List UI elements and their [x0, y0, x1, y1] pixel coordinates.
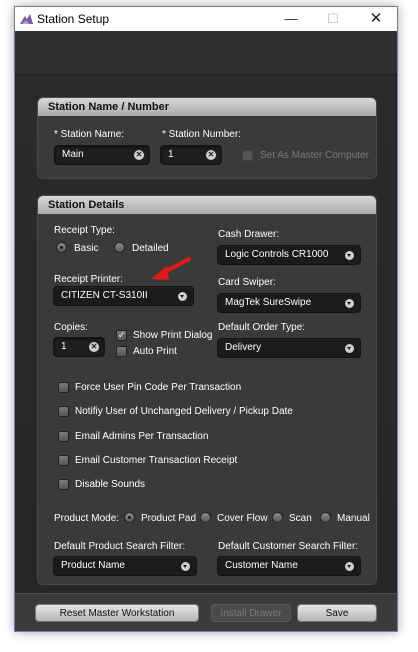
option-checkbox[interactable]: [58, 431, 69, 442]
station-number-value: 1: [168, 149, 174, 160]
chevron-down-icon: [178, 292, 187, 301]
product-mode-option-label: Product Pad: [141, 513, 197, 524]
title-bar: Station Setup — ☐ ✕: [15, 7, 397, 31]
product-mode-radio[interactable]: [320, 512, 331, 523]
top-band: [15, 31, 397, 75]
red-arrow-icon: [151, 257, 191, 280]
option-checkbox[interactable]: [58, 382, 69, 393]
product-search-filter-select[interactable]: Product Name: [53, 556, 197, 576]
auto-print-checkbox[interactable]: [116, 346, 127, 357]
show-print-dialog-label: Show Print Dialog: [133, 330, 213, 341]
product-mode-radio[interactable]: [124, 512, 135, 523]
master-computer-label: Set As Master Computer: [260, 150, 369, 161]
option-label: Email Customer Transaction Receipt: [75, 455, 238, 466]
close-button[interactable]: ✕: [355, 7, 397, 31]
card-swiper-select[interactable]: MagTek SureSwipe: [217, 293, 361, 313]
auto-print-label: Auto Print: [133, 346, 177, 357]
default-order-type-value: Delivery: [225, 342, 262, 353]
panel-header: Station Details: [38, 196, 376, 214]
product-mode-option-label: Cover Flow: [217, 513, 268, 524]
station-name-value: Main: [62, 149, 84, 160]
receipt-type-detailed-label: Detailed: [132, 243, 169, 254]
chevron-down-icon: [345, 344, 354, 353]
product-mode-radio[interactable]: [272, 512, 283, 523]
option-checkbox[interactable]: [58, 479, 69, 490]
receipt-printer-label: Receipt Printer:: [54, 274, 123, 285]
maximize-button[interactable]: ☐: [312, 7, 354, 31]
product-mode-radio[interactable]: [200, 512, 211, 523]
product-mode-option-label: Manual: [337, 513, 370, 524]
footer-bar: Reset Master Workstation Install Drawer …: [15, 593, 397, 631]
window-title: Station Setup: [37, 12, 110, 26]
station-number-label: * Station Number:: [162, 129, 241, 140]
master-computer-checkbox[interactable]: [242, 150, 253, 161]
card-swiper-label: Card Swiper:: [218, 277, 276, 288]
option-checkbox[interactable]: [58, 455, 69, 466]
option-label: Disable Sounds: [75, 479, 146, 490]
receipt-printer-select[interactable]: CITIZEN CT-S310II: [53, 286, 194, 306]
chevron-down-icon: [181, 562, 190, 571]
option-checkbox[interactable]: [58, 406, 69, 417]
copies-field[interactable]: 1 ✕: [53, 337, 105, 357]
product-mode-label: Product Mode:: [54, 513, 120, 524]
main-content: Station Name / Number * Station Name: Ma…: [15, 75, 397, 593]
install-drawer-button[interactable]: Install Drawer: [211, 604, 291, 622]
save-button[interactable]: Save: [297, 604, 377, 622]
receipt-type-detailed-radio[interactable]: [114, 242, 125, 253]
receipt-type-basic-radio[interactable]: [56, 242, 67, 253]
product-mode-option-label: Scan: [289, 513, 312, 524]
station-name-label: * Station Name:: [54, 129, 125, 140]
receipt-type-label: Receipt Type:: [54, 225, 115, 236]
option-label: Email Admins Per Transaction: [75, 431, 209, 442]
station-name-panel: Station Name / Number * Station Name: Ma…: [37, 97, 377, 179]
customer-search-filter-value: Customer Name: [225, 560, 298, 571]
show-print-dialog-checkbox[interactable]: ✓: [116, 330, 127, 341]
option-label: Force User Pin Code Per Transaction: [75, 382, 242, 393]
cash-drawer-value: Logic Controls CR1000: [225, 249, 329, 260]
option-label: Notifiy User of Unchanged Delivery / Pic…: [75, 406, 293, 417]
cash-drawer-label: Cash Drawer:: [218, 229, 280, 240]
customer-search-filter-select[interactable]: Customer Name: [217, 556, 361, 576]
clear-icon[interactable]: ✕: [134, 150, 144, 160]
product-search-filter-value: Product Name: [61, 560, 125, 571]
receipt-type-basic-label: Basic: [74, 243, 99, 254]
station-setup-window: Station Setup — ☐ ✕ Station Name / Numbe…: [14, 6, 398, 632]
clear-icon[interactable]: ✕: [89, 342, 99, 352]
station-name-field[interactable]: Main ✕: [54, 145, 150, 165]
copies-value: 1: [61, 341, 67, 352]
minimize-button[interactable]: —: [270, 7, 312, 31]
default-order-type-select[interactable]: Delivery: [217, 338, 361, 358]
cash-drawer-select[interactable]: Logic Controls CR1000: [217, 245, 361, 265]
chevron-down-icon: [345, 251, 354, 260]
chevron-down-icon: [345, 562, 354, 571]
station-number-field[interactable]: 1 ✕: [160, 145, 222, 165]
station-details-panel: Station Details Receipt Type: Basic Deta…: [37, 195, 377, 585]
customer-search-filter-label: Default Customer Search Filter:: [218, 541, 359, 552]
copies-label: Copies:: [54, 322, 88, 333]
chevron-down-icon: [345, 299, 354, 308]
clear-icon[interactable]: ✕: [206, 150, 216, 160]
reset-master-workstation-button[interactable]: Reset Master Workstation: [35, 604, 199, 622]
receipt-printer-value: CITIZEN CT-S310II: [61, 290, 148, 301]
card-swiper-value: MagTek SureSwipe: [225, 297, 312, 308]
app-icon: [20, 14, 33, 24]
product-search-filter-label: Default Product Search Filter:: [54, 541, 186, 552]
default-order-type-label: Default Order Type:: [218, 322, 306, 333]
panel-header: Station Name / Number: [38, 98, 376, 116]
